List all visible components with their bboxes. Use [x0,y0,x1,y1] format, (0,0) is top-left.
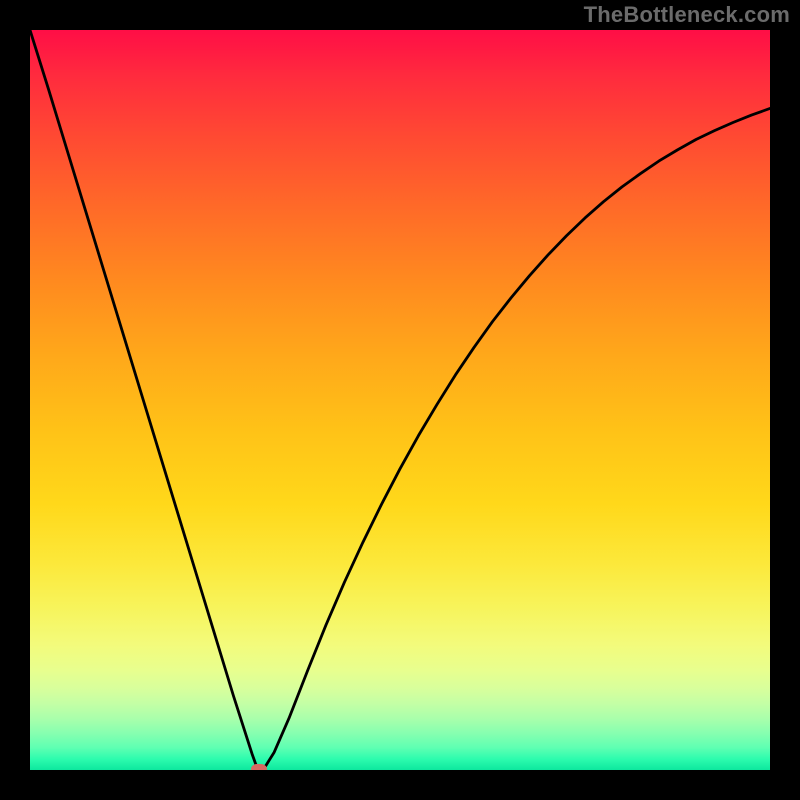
chart-plot-area [30,30,770,770]
bottleneck-curve [30,30,770,770]
watermark-text: TheBottleneck.com [584,2,790,28]
optimal-point-marker [251,764,267,770]
